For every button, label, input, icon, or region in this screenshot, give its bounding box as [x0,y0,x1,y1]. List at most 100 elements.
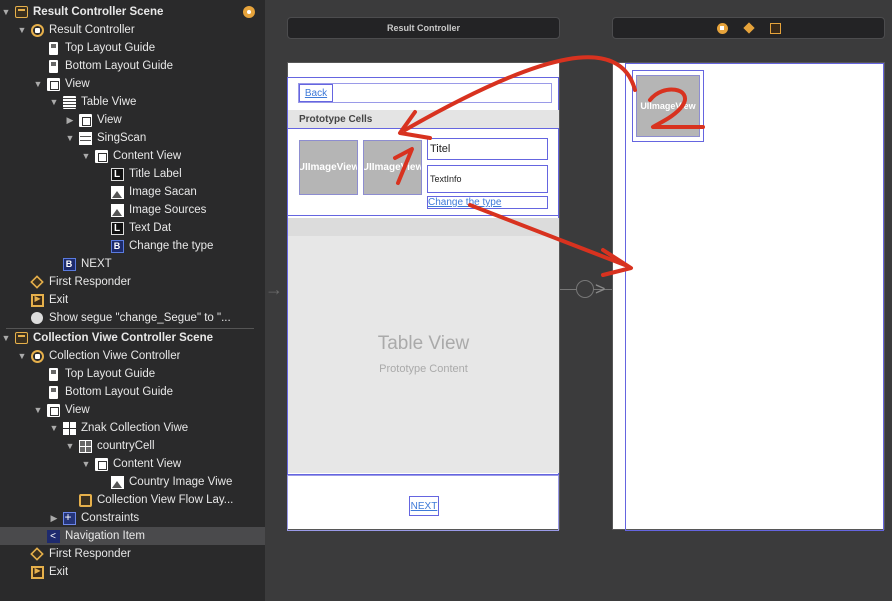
outline-item-label: Image Sources [129,204,207,216]
outline-item[interactable]: ▼ Table Viwe [0,93,265,111]
outline-item[interactable]: Bottom Layout Guide [0,57,265,75]
outline-item[interactable]: Exit [0,291,265,309]
title-label[interactable]: Titel [427,138,548,160]
disclosure-expanded-icon[interactable]: ▼ [64,437,76,455]
outline-item[interactable]: Top Layout Guide [0,365,265,383]
outline-item-label: Navigation Item [65,530,145,542]
outline-item[interactable]: ▼ countryCell [0,437,265,455]
image-sacan-placeholder[interactable]: UIImageView [299,140,358,195]
result-controller-view[interactable]: Back Prototype Cells UIImageView UIImage… [287,62,560,531]
back-button[interactable]: Back [299,84,333,102]
image-sources-placeholder[interactable]: UIImageView [363,140,422,195]
next-button[interactable]: NEXT [409,496,439,516]
navigation-bar [298,83,552,103]
disclosure-expanded-icon[interactable]: ▼ [80,147,92,165]
outline-item[interactable]: ▶ View [0,111,265,129]
outline-item[interactable]: L Title Label [0,165,265,183]
outline-item[interactable]: First Responder [0,273,265,291]
disclosure-expanded-icon[interactable]: ▼ [80,455,92,473]
disclosure-expanded-icon[interactable]: ▼ [64,129,76,147]
change-type-button[interactable]: Change the type [428,197,501,208]
outline-item[interactable]: First Responder [0,545,265,563]
text-dat-label[interactable]: TextInfo [427,165,548,193]
exit-icon[interactable] [769,22,781,34]
outline-item-label: View [97,114,122,126]
outline-item[interactable]: ▼ SingScan [0,129,265,147]
warning-badge-icon[interactable] [243,6,255,18]
outline-item[interactable]: L Text Dat [0,219,265,237]
outline-scene-header[interactable]: ▼ Result Controller Scene [0,3,265,21]
disclosure-expanded-icon[interactable]: ▼ [0,329,12,347]
outline-item[interactable]: Exit [0,563,265,581]
outline-item-label: Content View [113,458,182,470]
outline-item[interactable]: ▼ Znak Collection Viwe [0,419,265,437]
storyboard-canvas[interactable]: Result Controller Back Prototype Cells U… [265,0,892,601]
disclosure-expanded-icon[interactable]: ▼ [0,3,12,21]
outline-item-label: Result Controller [49,24,135,36]
outline-item[interactable]: ▼ Result Controller [0,21,265,39]
first-responder-icon [30,547,44,561]
outline-item[interactable]: B Change the type [0,237,265,255]
view-icon [46,403,60,417]
outline-item[interactable]: Bottom Layout Guide [0,383,265,401]
disclosure-expanded-icon[interactable]: ▼ [32,401,44,419]
outline-item[interactable]: ▶ Constraints [0,509,265,527]
outline-item[interactable]: Image Sources [0,201,265,219]
scene-title-bar-collection[interactable] [612,17,885,39]
disclosure-expanded-icon[interactable]: ▼ [16,347,28,365]
outline-item-label: View [65,404,90,416]
disclosure-collapsed-icon[interactable]: ▶ [48,509,60,527]
collection-view-icon [62,421,76,435]
first-responder-icon [30,275,44,289]
outline-item[interactable]: ▼ Content View [0,147,265,165]
disclosure-expanded-icon[interactable]: ▼ [48,93,60,111]
table-cell-icon [78,131,92,145]
disclosure-expanded-icon[interactable]: ▼ [16,21,28,39]
outline-item[interactable]: B NEXT [0,255,265,273]
disclosure-expanded-icon[interactable]: ▼ [32,75,44,93]
view-controller-icon[interactable] [716,22,728,34]
outline-scene-header[interactable]: ▼ Collection Viwe Controller Scene [0,329,265,347]
exit-icon [30,565,44,579]
outline-item[interactable]: Top Layout Guide [0,39,265,57]
outline-item-label: SingScan [97,132,147,144]
first-responder-icon[interactable] [742,22,755,34]
layout-guide-icon [46,367,60,381]
scene-title-bar-result[interactable]: Result Controller [287,17,560,39]
outline-item-label: Collection Viwe Controller [49,350,181,362]
outline-item-label: Title Label [129,168,182,180]
outline-item[interactable]: ▼ View [0,401,265,419]
outline-item[interactable]: ▼ View [0,75,265,93]
outline-item[interactable]: Show segue "change_Segue" to "... [0,309,265,327]
outline-item-label: Image Sacan [129,186,197,198]
outline-item[interactable]: Collection View Flow Lay... [0,491,265,509]
outline-item[interactable]: ▼ Content View [0,455,265,473]
layout-guide-icon [46,385,60,399]
collection-cell-icon [78,439,92,453]
outline-item[interactable]: Image Sacan [0,183,265,201]
country-image-placeholder[interactable]: UIImageView [636,75,700,137]
outline-item[interactable]: ▼ Collection Viwe Controller [0,347,265,365]
outline-item[interactable]: Country Image Viwe [0,473,265,491]
collection-controller-view[interactable]: UIImageView [612,62,885,531]
constraints-icon [62,510,76,525]
scene-entry-arrow-icon: → [265,279,283,299]
disclosure-collapsed-icon[interactable]: ▶ [64,111,76,129]
disclosure-expanded-icon[interactable]: ▼ [48,419,60,437]
view-controller-icon [30,23,44,37]
flow-layout-icon [78,493,92,507]
outline-item[interactable]: < Navigation Item [0,527,265,545]
scene-icon [14,331,28,345]
outline-item-label: Znak Collection Viwe [81,422,189,434]
view-icon [94,457,108,471]
segue-icon[interactable] [576,280,594,298]
